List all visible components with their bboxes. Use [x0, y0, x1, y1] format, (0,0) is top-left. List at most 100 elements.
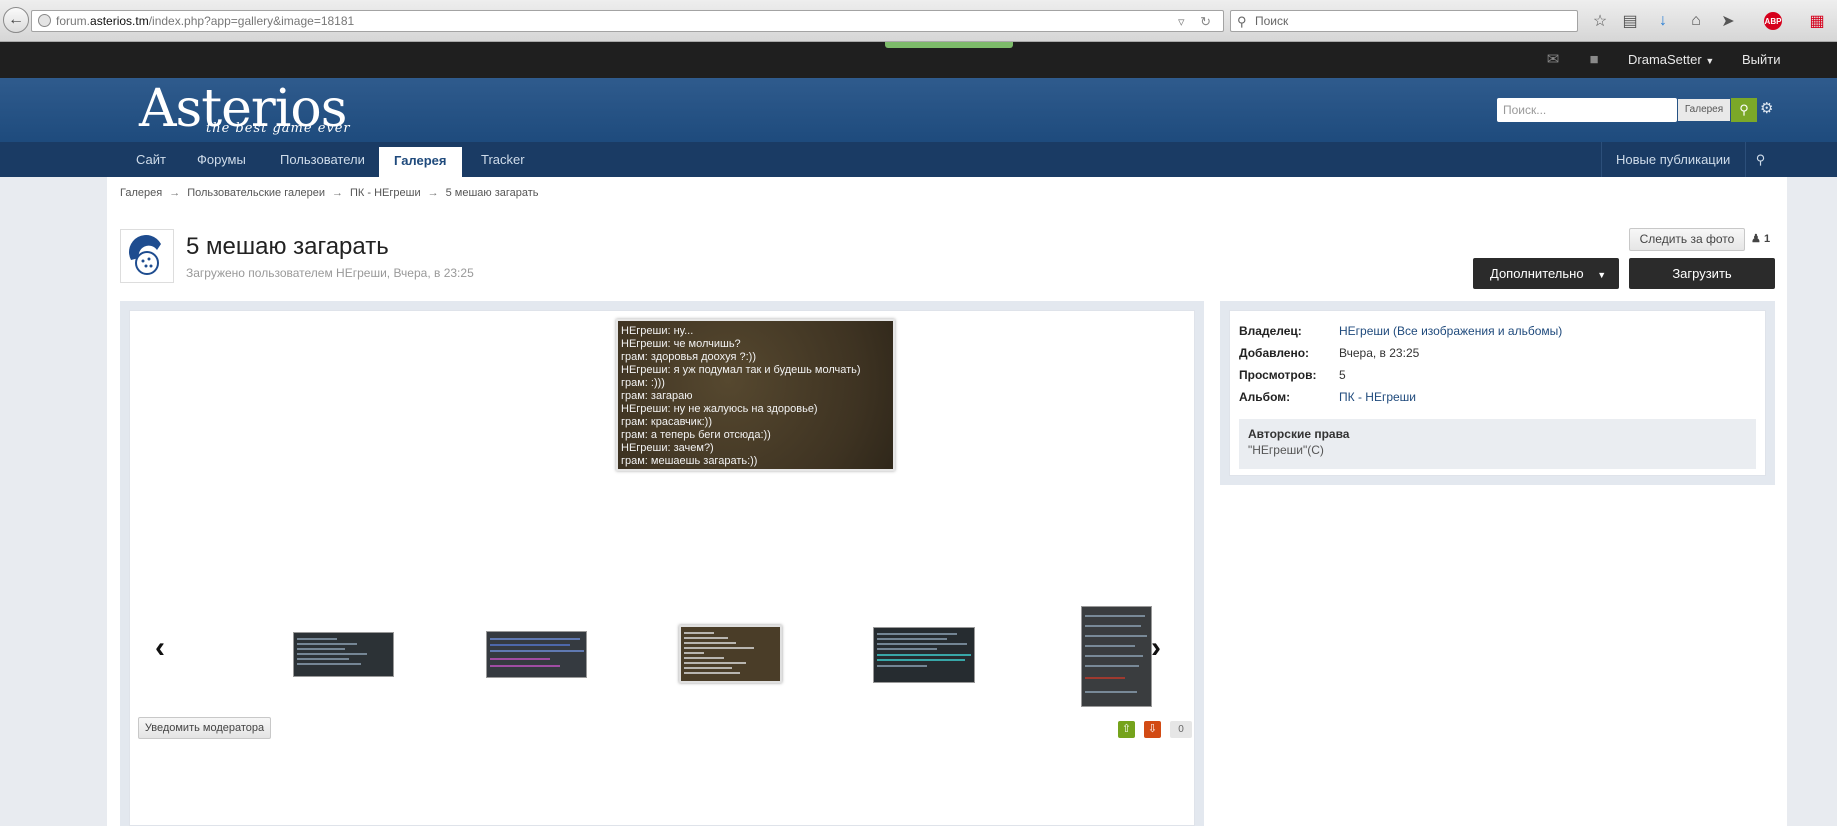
chat-line: НЕгреши: ну не жалуюсь на здоровье)	[621, 403, 818, 415]
copyright-value: "НЕгреши"(С)	[1248, 443, 1324, 457]
notification-strip	[885, 42, 1013, 48]
chat-line: грам: красавчик:))	[621, 416, 713, 428]
chevron-down-icon: ▼	[1705, 56, 1715, 66]
breadcrumb-user-galleries[interactable]: Пользовательские галереи	[187, 187, 325, 199]
thumbnail-2[interactable]	[486, 631, 587, 678]
nav-item-tracker[interactable]: Tracker	[466, 142, 540, 177]
site-search-input[interactable]: Поиск...	[1497, 98, 1677, 122]
thumbnail-1[interactable]	[293, 632, 394, 677]
breadcrumb-arrow-icon: →	[427, 187, 439, 199]
upload-info: Загружено пользователем НЕгреши, Вчера, …	[186, 266, 474, 280]
image-info: Владелец: НЕгреши (Все изображения и аль…	[1229, 310, 1766, 476]
more-button-label: Дополнительно	[1490, 266, 1584, 281]
logout-link[interactable]: Выйти	[1742, 52, 1781, 67]
main-image[interactable]: НЕгреши: ну... НЕгреши: че молчишь? грам…	[616, 319, 895, 471]
rep-down-icon[interactable]: ⇩	[1144, 721, 1161, 738]
chevron-down-icon: ▼	[1597, 270, 1607, 280]
breadcrumb-album[interactable]: ПК - НЕгреши	[350, 187, 421, 199]
more-button[interactable]: Дополнительно ▼	[1473, 258, 1619, 289]
bookmark-star-icon[interactable]: ☆	[1589, 10, 1611, 32]
nav-item-forums[interactable]: Форумы	[182, 142, 261, 177]
browser-search-input[interactable]: ⚲ Поиск	[1230, 10, 1578, 32]
reload-icon[interactable]: ▿ ↻	[1178, 12, 1217, 31]
chat-line: НЕгреши: я уж подумал так и будешь молча…	[621, 364, 861, 376]
back-icon[interactable]: ←	[3, 7, 29, 33]
bookmarks-list-icon[interactable]: ▤	[1619, 10, 1641, 32]
address-bar[interactable]: forum.asterios.tm/index.php?app=gallery&…	[31, 10, 1224, 32]
search-icon: ⚲	[1739, 102, 1749, 117]
rep-up-icon[interactable]: ⇧	[1118, 721, 1135, 738]
followers-count[interactable]: ♟ 1	[1751, 232, 1770, 245]
search-scope[interactable]: Галерея	[1678, 99, 1730, 121]
send-icon[interactable]: ➤	[1717, 10, 1739, 32]
chat-line: грам: а теперь беги отсюда:))	[621, 429, 771, 441]
prev-arrow-icon[interactable]: ‹	[155, 631, 165, 665]
copyright-box: Авторские права "НЕгреши"(С)	[1239, 419, 1756, 469]
home-icon[interactable]: ⌂	[1685, 10, 1707, 32]
report-button[interactable]: Уведомить модератора	[138, 717, 271, 739]
location-pin-icon[interactable]: ⚲	[1745, 142, 1775, 177]
thumbnail-5[interactable]	[1081, 606, 1152, 707]
chat-line: грам: здоровья доохуя ?:))	[621, 351, 757, 363]
url-host: asterios.tm	[90, 14, 149, 28]
browser-toolbar: ← forum.asterios.tm/index.php?app=galler…	[0, 0, 1837, 42]
thumbnail-4[interactable]	[873, 627, 975, 683]
image-viewer: НЕгреши: ну... НЕгреши: че молчишь? грам…	[129, 310, 1195, 826]
breadcrumb-current: 5 мешаю загарать	[445, 187, 539, 199]
chat-line: грам: мешаешь загарать:))	[621, 455, 758, 467]
url-prefix: forum.	[56, 14, 91, 28]
username: DramaSetter	[1628, 52, 1702, 67]
nav-item-users[interactable]: Пользователи	[265, 142, 380, 177]
logo-tagline: the best game ever	[206, 121, 351, 136]
user-menu[interactable]: DramaSetter ▼	[1628, 52, 1714, 67]
page-title: 5 мешаю загарать	[186, 233, 389, 260]
profile-card-icon[interactable]: ■	[1585, 51, 1603, 69]
info-panel: Владелец: НЕгреши (Все изображения и аль…	[1220, 301, 1775, 485]
followers-number: 1	[1763, 233, 1771, 245]
breadcrumb-arrow-icon: →	[332, 187, 344, 199]
avatar[interactable]	[120, 229, 174, 283]
breadcrumb-arrow-icon: →	[169, 187, 181, 199]
helmet-logo-icon	[129, 235, 161, 275]
owner-label: Владелец:	[1239, 324, 1302, 338]
nav-item-gallery[interactable]: Галерея	[379, 147, 462, 177]
globe-icon	[38, 14, 51, 27]
owner-link[interactable]: НЕгреши (Все изображения и альбомы)	[1339, 324, 1562, 338]
breadcrumb: Галерея → Пользовательские галереи → ПК - НЕ…	[120, 187, 539, 199]
upload-button[interactable]: Загрузить	[1629, 258, 1775, 289]
image-panel: НЕгреши: ну... НЕгреши: че молчишь? грам…	[120, 301, 1204, 826]
new-posts-link[interactable]: Новые публикации	[1601, 142, 1744, 177]
main-nav: Сайт Форумы Пользователи Галерея Tracker…	[0, 142, 1837, 177]
album-label: Альбом:	[1239, 390, 1291, 404]
reputation-count: 0	[1170, 721, 1192, 738]
chat-line: НЕгреши: че молчишь?	[621, 338, 741, 350]
messages-icon[interactable]: ✉	[1544, 51, 1562, 69]
chat-line: НЕгреши: ну...	[621, 325, 694, 337]
site-header: Asterios the best game ever Поиск... Гал…	[0, 78, 1837, 142]
user-bar: ✉ ■ DramaSetter ▼ Выйти	[0, 42, 1837, 78]
next-arrow-icon[interactable]: ›	[1151, 631, 1161, 665]
search-icon: ⚲	[1237, 14, 1247, 29]
album-link[interactable]: ПК - НЕгреши	[1339, 390, 1416, 404]
url-path: /index.php?app=gallery&image=18181	[148, 14, 355, 28]
thumbnail-3-selected[interactable]	[679, 625, 782, 683]
breadcrumb-gallery[interactable]: Галерея	[120, 187, 162, 199]
nav-item-site[interactable]: Сайт	[121, 142, 181, 177]
users-icon: ♟	[1751, 233, 1761, 245]
follow-button[interactable]: Следить за фото	[1629, 228, 1745, 251]
adblock-icon[interactable]: ABP	[1764, 12, 1782, 30]
downloads-icon[interactable]: ↓	[1652, 10, 1674, 32]
views-value: 5	[1339, 368, 1346, 382]
gear-icon[interactable]: ⚙	[1760, 99, 1773, 117]
chat-line: грам: загараю	[621, 390, 693, 402]
chat-line: НЕгреши: зачем?)	[621, 442, 714, 454]
main-content: Галерея → Пользовательские галереи → ПК - НЕ…	[107, 177, 1787, 826]
search-button[interactable]: ⚲	[1731, 98, 1757, 122]
added-label: Добавлено:	[1239, 346, 1310, 360]
views-label: Просмотров:	[1239, 368, 1317, 382]
copyright-label: Авторские права	[1248, 427, 1350, 441]
chat-line: грам: :)))	[621, 377, 665, 389]
added-value: Вчера, в 23:25	[1339, 346, 1420, 360]
addon-icon[interactable]: ▦	[1806, 10, 1828, 32]
browser-search-placeholder: Поиск	[1255, 14, 1289, 28]
